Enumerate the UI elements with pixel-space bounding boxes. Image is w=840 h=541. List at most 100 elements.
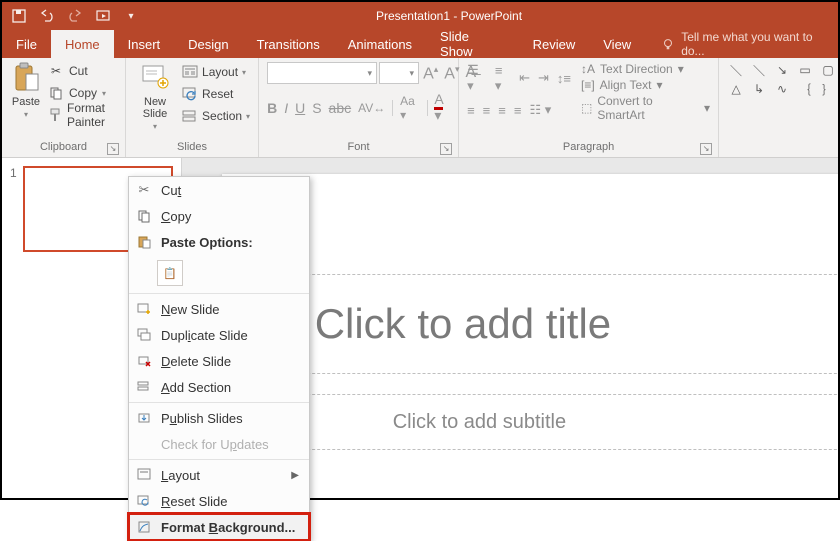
tab-design[interactable]: Design <box>174 30 242 58</box>
title-placeholder[interactable]: Click to add title <box>262 274 838 374</box>
ctx-cut[interactable]: ✂ Cut <box>129 177 309 203</box>
title-bar: ▾ Presentation1 - PowerPoint <box>2 2 838 30</box>
paste-keep-formatting[interactable]: 📋 <box>157 260 183 286</box>
layout-button[interactable]: Layout ▾ <box>182 62 250 82</box>
ctx-layout[interactable]: Layout ▶ <box>129 462 309 488</box>
dialog-launcher-icon[interactable]: ↘ <box>107 143 119 155</box>
change-case-button[interactable]: Aa ▾ <box>400 94 419 122</box>
align-center-icon[interactable]: ≡ <box>483 103 491 118</box>
tab-file[interactable]: File <box>2 30 51 58</box>
shapes-gallery[interactable]: ＼ ＼ ↘ ▭ ▢ ▴ △ ↳ ∿ ｛ ｝ ▾ <box>727 62 840 97</box>
ctx-publish-slides[interactable]: Publish Slides <box>129 405 309 431</box>
ctx-delete-slide[interactable]: Delete Slide <box>129 348 309 374</box>
section-button[interactable]: Section ▾ <box>182 106 250 126</box>
app-window: ▾ Presentation1 - PowerPoint File Home I… <box>0 0 840 500</box>
qat-more-icon[interactable]: ▾ <box>122 7 140 25</box>
convert-smartart-label: Convert to SmartArt <box>597 94 699 122</box>
layout-icon <box>182 65 198 79</box>
format-painter-label: Format Painter <box>67 101 117 129</box>
new-slide-button[interactable]: New Slide ▾ <box>134 62 176 131</box>
lightbulb-icon <box>661 37 675 51</box>
section-icon <box>182 109 198 123</box>
group-clipboard: Paste ▾ ✂ Cut Copy ▾ <box>2 58 126 157</box>
ctx-format-background[interactable]: Format Background... <box>129 514 309 540</box>
strikethrough-button[interactable]: abc <box>329 100 352 116</box>
dialog-launcher-icon[interactable]: ↘ <box>700 143 712 155</box>
font-family-combo[interactable] <box>267 62 377 84</box>
italic-button[interactable]: I <box>284 100 288 116</box>
reset-icon <box>135 492 153 510</box>
cut-button[interactable]: ✂ Cut <box>48 62 117 80</box>
slide-thumb-index: 1 <box>10 166 17 252</box>
align-text-button[interactable]: [≡]Align Text ▾ <box>581 78 710 92</box>
shape-triangle-icon[interactable]: △ <box>727 81 745 97</box>
window-title: Presentation1 - PowerPoint <box>140 9 758 23</box>
dialog-launcher-icon[interactable]: ↘ <box>440 143 452 155</box>
save-icon[interactable] <box>10 7 28 25</box>
undo-icon[interactable] <box>38 7 56 25</box>
paste-icon <box>135 233 153 251</box>
shape-line-icon[interactable]: ＼ <box>727 62 745 78</box>
convert-smartart-button[interactable]: ⬚Convert to SmartArt ▾ <box>581 94 710 122</box>
shape-connector-icon[interactable]: ↳ <box>750 81 768 97</box>
indent-increase-icon[interactable]: ⇥ <box>538 70 549 86</box>
tab-home[interactable]: Home <box>51 30 114 58</box>
new-slide-label: New Slide <box>143 96 167 120</box>
font-color-button[interactable]: A ▾ <box>434 91 450 124</box>
shape-arrow-icon[interactable]: ↘ <box>773 62 791 78</box>
align-left-icon[interactable]: ≡ <box>467 103 475 118</box>
shape-curve-icon[interactable]: ∿ <box>773 81 791 97</box>
cut-label: Cut <box>69 64 88 78</box>
chevron-down-icon: ▾ <box>153 122 157 131</box>
align-text-icon: [≡] <box>581 78 595 92</box>
ctx-paste-options-label: Paste Options: <box>129 229 309 255</box>
group-paragraph: ☰ ▾ ≡ ▾ ⇤ ⇥ ↕≡ ≡ ≡ ≡ ≡ ☷ ▾ ↕ATe <box>459 58 719 157</box>
tab-view[interactable]: View <box>589 30 645 58</box>
ctx-duplicate-slide[interactable]: Duplicate Slide <box>129 322 309 348</box>
redo-icon[interactable] <box>66 7 84 25</box>
tab-transitions[interactable]: Transitions <box>243 30 334 58</box>
columns-icon[interactable]: ☷ ▾ <box>529 102 551 118</box>
start-from-beginning-icon[interactable] <box>94 7 112 25</box>
tab-insert[interactable]: Insert <box>114 30 175 58</box>
line-spacing-icon[interactable]: ↕≡ <box>557 71 571 86</box>
justify-icon[interactable]: ≡ <box>514 103 522 118</box>
bold-button[interactable]: B <box>267 100 277 116</box>
shape-rect-icon[interactable]: ▭ <box>796 62 814 78</box>
ctx-new-slide[interactable]: New Slide <box>129 296 309 322</box>
delete-icon <box>135 352 153 370</box>
text-direction-button[interactable]: ↕AText Direction ▾ <box>581 62 710 76</box>
numbering-icon[interactable]: ≡ ▾ <box>495 63 511 94</box>
align-right-icon[interactable]: ≡ <box>498 103 506 118</box>
reset-label: Reset <box>202 87 233 101</box>
shape-rect-icon[interactable]: ▢ <box>819 62 837 78</box>
tab-slideshow[interactable]: Slide Show <box>426 30 519 58</box>
copy-button[interactable]: Copy ▾ <box>48 84 117 102</box>
tab-animations[interactable]: Animations <box>334 30 426 58</box>
tell-me-search[interactable]: Tell me what you want to do... <box>661 30 838 58</box>
shape-brace-icon[interactable]: ｝ <box>819 81 837 97</box>
font-size-combo[interactable] <box>379 62 419 84</box>
shape-brace-icon[interactable]: ｛ <box>796 81 814 97</box>
cut-icon: ✂ <box>48 63 64 79</box>
underline-button[interactable]: U <box>295 100 305 116</box>
spacing-button[interactable]: AV↔ <box>358 101 385 115</box>
shadow-button[interactable]: S <box>312 100 321 116</box>
reset-button[interactable]: Reset <box>182 84 250 104</box>
bullets-icon[interactable]: ☰ ▾ <box>467 62 487 94</box>
ctx-add-section[interactable]: Add Section <box>129 374 309 400</box>
indent-decrease-icon[interactable]: ⇤ <box>519 70 530 86</box>
increase-font-icon[interactable]: A▴ <box>421 62 440 85</box>
copy-icon <box>135 207 153 225</box>
subtitle-placeholder[interactable]: Click to add subtitle <box>262 394 838 450</box>
paste-button[interactable]: Paste ▾ <box>10 62 42 119</box>
context-menu: ✂ Cut Copy Paste Options: 📋 New Slide Du… <box>128 176 310 541</box>
ctx-reset-slide[interactable]: Reset Slide <box>129 488 309 514</box>
format-painter-button[interactable]: Format Painter <box>48 106 117 124</box>
tab-review[interactable]: Review <box>519 30 590 58</box>
ctx-copy[interactable]: Copy <box>129 203 309 229</box>
group-drawing: ＼ ＼ ↘ ▭ ▢ ▴ △ ↳ ∿ ｛ ｝ ▾ <box>719 58 840 157</box>
group-clipboard-label: Clipboard <box>40 141 87 153</box>
chevron-down-icon: ▾ <box>24 110 28 119</box>
shape-line-icon[interactable]: ＼ <box>750 62 768 78</box>
